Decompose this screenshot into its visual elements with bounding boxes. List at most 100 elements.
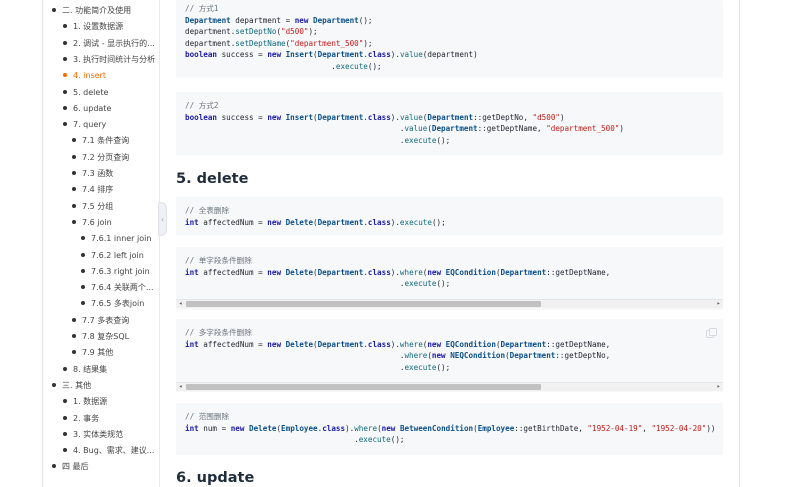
toc-item[interactable]: 7.5 分组	[72, 202, 113, 213]
toc-item-label: 8. 结果集	[73, 364, 108, 374]
code-line: department.setDeptNo("d500");	[185, 27, 318, 37]
bullet-icon	[63, 73, 67, 78]
bullet-icon	[63, 40, 67, 45]
code-block-insert-2: // 方式2 boolean success = new Insert(Depar…	[176, 92, 723, 155]
code-block-delete-1: // 全表删除 int affectedNum = new Delete(Depa…	[176, 197, 723, 235]
sidebar-collapse-handle[interactable]: ‹	[158, 202, 167, 236]
toc-item[interactable]: 4. insert	[63, 71, 106, 82]
toc-item-label: 2. 调试 - 显示执行的...	[73, 38, 155, 48]
bullet-icon	[63, 89, 67, 94]
toc-item[interactable]: 7.3 函数	[72, 169, 113, 180]
toc-item-label: 7.9 其他	[82, 348, 114, 358]
toc-item[interactable]: 7.6 join	[72, 218, 112, 229]
scrollbar-thumb[interactable]	[186, 384, 541, 390]
code-line: .execute();	[185, 61, 382, 71]
scroll-right-arrow-icon[interactable]: ▸	[714, 300, 723, 308]
toc-item[interactable]: 5. delete	[63, 88, 108, 99]
toc-item[interactable]: 1. 数据源	[63, 397, 107, 408]
toc-item-label: 7.8 复杂SQL	[82, 332, 130, 341]
toc-item-label: 3. 实体类规范	[73, 429, 124, 439]
bullet-icon	[72, 203, 76, 208]
toc-item[interactable]: 三. 其他	[52, 381, 91, 392]
main-content: // 方式1 Department department = new Depart…	[176, 0, 724, 487]
toc-item[interactable]: 7.8 复杂SQL	[72, 332, 129, 343]
toc-item-label: 7.6.1 inner join	[91, 234, 152, 244]
bullet-icon	[72, 171, 76, 175]
toc-item[interactable]: 7.4 排序	[72, 185, 113, 196]
code-block-delete-2: // 单字段条件删除 int affectedNum = new Delete(D…	[176, 247, 723, 310]
bullet-icon	[52, 464, 56, 469]
toc-item[interactable]: 6. update	[63, 104, 111, 115]
code-line: boolean success = new Insert(Department.…	[185, 50, 478, 60]
code-line: // 多字段条件删除	[185, 328, 252, 337]
toc-item-label: 4. insert	[73, 71, 106, 81]
toc-item-label: 1. 设置数据源	[73, 22, 124, 32]
toc-item[interactable]: 二. 功能简介及使用	[52, 6, 131, 17]
toc-item[interactable]: 四 最后	[52, 462, 89, 473]
code-line: Department department = new Department()…	[185, 15, 373, 25]
bullet-icon	[63, 415, 67, 420]
code-line: .execute();	[185, 362, 451, 372]
copy-icon[interactable]	[706, 328, 717, 338]
code-block-delete-4: // 范围删除 int num = new Delete(Employee.cla…	[176, 403, 723, 455]
bullet-icon	[72, 187, 76, 192]
bullet-icon	[81, 285, 85, 290]
toc-item-label: 7.7 多表查询	[82, 315, 130, 325]
toc-item[interactable]: 7.1 条件查询	[72, 136, 129, 147]
bullet-icon	[63, 105, 67, 110]
heading-delete: 5. delete	[176, 171, 249, 187]
scroll-left-arrow-icon[interactable]: ◂	[176, 300, 185, 308]
toc-item-label: 7.3 函数	[82, 169, 114, 178]
toc-item[interactable]: 7.6.1 inner join	[81, 234, 151, 245]
scroll-left-arrow-icon[interactable]: ◂	[176, 383, 185, 391]
horizontal-scrollbar[interactable]: ◂ ▸	[176, 299, 723, 308]
toc-item[interactable]: 7.6.4 关联两个...	[81, 283, 154, 294]
code-line: // 全表删除	[185, 206, 230, 215]
toc-item-label: 7.6.3 right join	[91, 266, 150, 276]
toc-item-label: 2. 事务	[73, 413, 100, 423]
toc-item[interactable]: 2. 调试 - 显示执行的...	[63, 39, 155, 50]
toc-item[interactable]: 7. query	[63, 120, 106, 131]
code-line: department.setDeptName("department_500")…	[185, 38, 373, 48]
toc-item[interactable]: 7.6.3 right join	[81, 267, 150, 278]
horizontal-scrollbar[interactable]: ◂ ▸	[176, 382, 723, 391]
toc-item-label: 7.6.2 left join	[91, 250, 144, 260]
bullet-icon	[81, 301, 85, 306]
toc-item[interactable]: 7.2 分页查询	[72, 153, 129, 164]
bullet-icon	[72, 334, 76, 338]
toc-item[interactable]: 3. 执行时间统计与分析	[63, 55, 155, 66]
bullet-icon	[72, 154, 76, 159]
toc-item[interactable]: 7.9 其他	[72, 348, 113, 359]
bullet-icon	[81, 268, 85, 273]
scroll-right-arrow-icon[interactable]: ▸	[714, 383, 723, 391]
toc-item[interactable]: 1. 设置数据源	[63, 22, 123, 33]
code-line: int num = new Delete(Employee.class).whe…	[185, 423, 716, 433]
code-line: // 范围删除	[185, 412, 230, 421]
scrollbar-thumb[interactable]	[186, 301, 541, 307]
toc-item[interactable]: 2. 事务	[63, 414, 99, 425]
toc-item[interactable]: 7.7 多表查询	[72, 316, 129, 327]
bullet-icon	[52, 8, 56, 12]
bullet-icon	[52, 382, 56, 387]
code-line: .value(Department::getDeptName, "departm…	[185, 124, 624, 134]
bullet-icon	[63, 366, 67, 371]
bullet-icon	[63, 56, 67, 61]
bullet-icon	[63, 448, 67, 453]
toc-item-label: 5. delete	[73, 87, 109, 97]
toc-item-label: 7.6 join	[82, 217, 112, 227]
toc-item-label: 7.4 排序	[82, 185, 114, 195]
toc-item-label: 4. Bug、需求、建议...	[73, 446, 155, 456]
toc-item-label: 四 最后	[62, 462, 89, 472]
code-line: .execute();	[185, 435, 405, 445]
toc-item-label: 6. update	[73, 103, 112, 113]
code-block-insert-1: // 方式1 Department department = new Depart…	[176, 0, 723, 78]
toc-item-label: 三. 其他	[62, 380, 92, 390]
code-line: // 方式2	[185, 101, 219, 110]
toc-item[interactable]: 4. Bug、需求、建议...	[63, 446, 154, 457]
toc-item[interactable]: 7.6.2 left join	[81, 251, 144, 262]
toc-item[interactable]: 7.6.5 多表join	[81, 299, 144, 310]
toc-item[interactable]: 3. 实体类规范	[63, 430, 123, 441]
toc-item[interactable]: 8. 结果集	[63, 365, 107, 376]
code-line: // 方式1	[185, 4, 219, 13]
code-line: .execute();	[185, 279, 451, 289]
